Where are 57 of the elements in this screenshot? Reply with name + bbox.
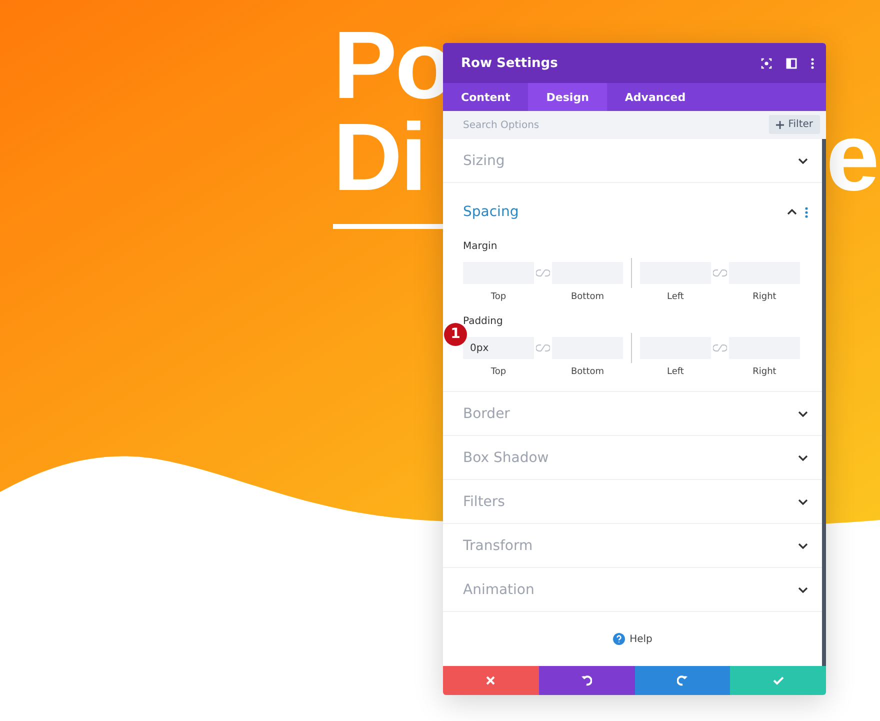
field-group-label: Margin: [462, 241, 498, 252]
field-caption: Top: [490, 292, 508, 302]
section-header[interactable]: Transform: [443, 524, 822, 567]
filter-button[interactable]: Filter: [769, 115, 820, 134]
focus-icon[interactable]: [761, 58, 772, 68]
section-title: Spacing: [463, 204, 520, 220]
heading-text: Di: [333, 110, 425, 206]
panel-title: Row Settings: [461, 56, 559, 70]
field-caption: Left: [666, 367, 685, 377]
section-title: Sizing: [463, 152, 506, 168]
undo-button[interactable]: [538, 666, 634, 695]
columns-icon[interactable]: [786, 58, 797, 68]
field-caption: Right: [752, 367, 778, 377]
chevron-down-icon[interactable]: [798, 542, 808, 548]
field-caption: Bottom: [570, 367, 605, 377]
close-icon: [486, 676, 496, 685]
section-header[interactable]: Filters: [443, 480, 822, 523]
section-header[interactable]: Border: [443, 392, 822, 435]
chevron-down-icon[interactable]: [798, 410, 808, 416]
redo-icon: [676, 675, 688, 686]
section-header[interactable]: Spacing: [443, 183, 822, 241]
section-title: Transform: [463, 538, 534, 554]
heading-text: e: [826, 110, 878, 206]
plus-icon: [776, 120, 784, 128]
link-icon[interactable]: [536, 344, 550, 352]
more-options-icon[interactable]: [805, 206, 808, 218]
chevron-up-icon[interactable]: [787, 209, 797, 215]
value-field[interactable]: 0px: [463, 337, 534, 359]
section-title: Box Shadow: [463, 450, 550, 466]
chevron-down-icon[interactable]: [798, 454, 808, 460]
section-header[interactable]: Box Shadow: [443, 436, 822, 479]
chevron-down-icon[interactable]: [798, 158, 808, 164]
link-icon[interactable]: [713, 269, 727, 277]
redo-button[interactable]: [634, 666, 730, 695]
tab[interactable]: Design: [528, 83, 607, 111]
section-title: Filters: [463, 494, 506, 510]
save-button[interactable]: [730, 666, 826, 695]
link-icon[interactable]: [713, 344, 727, 352]
chevron-down-icon[interactable]: [798, 498, 808, 504]
chevron-down-icon[interactable]: [798, 586, 808, 592]
help-icon: [612, 633, 625, 645]
field-caption: Top: [490, 367, 508, 377]
section-title: Border: [463, 406, 511, 422]
help-link[interactable]: Help: [612, 633, 652, 645]
field-caption: Left: [666, 292, 685, 302]
section-header[interactable]: Sizing: [443, 139, 822, 182]
checkmark-icon: [772, 676, 784, 685]
section-header[interactable]: Animation: [443, 568, 822, 611]
field-caption: Bottom: [570, 292, 605, 302]
tab[interactable]: Advanced: [606, 83, 704, 111]
cancel-button[interactable]: [443, 666, 539, 695]
undo-icon: [581, 675, 592, 686]
more-options-icon[interactable]: [811, 58, 814, 68]
field-caption: Right: [752, 292, 778, 302]
section-title: Animation: [463, 582, 536, 598]
tab[interactable]: Content: [443, 83, 528, 111]
link-icon[interactable]: [536, 269, 550, 277]
